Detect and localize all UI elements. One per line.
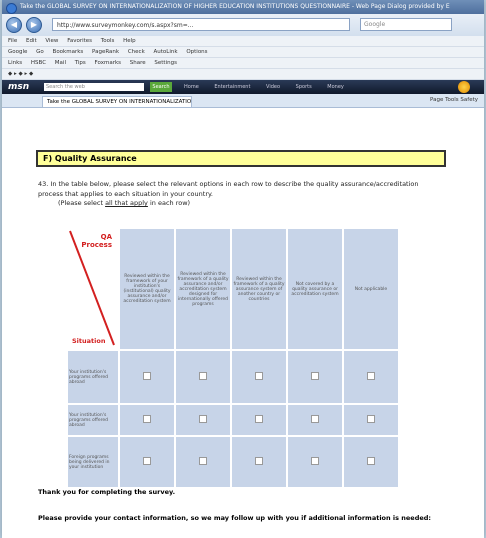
msn-toolbar: msn Search the web Search Home Entertain… (2, 80, 484, 94)
bookmarks-button[interactable]: Bookmarks (53, 49, 84, 55)
msn-link[interactable]: Home (184, 84, 199, 90)
links-label: Links (8, 60, 23, 66)
column-header: Reviewed within the framework of a quali… (232, 229, 286, 349)
menu-edit[interactable]: Edit (26, 38, 37, 44)
section-title: F) Quality Assurance (36, 150, 446, 167)
checkbox[interactable] (367, 415, 375, 423)
checkbox[interactable] (143, 457, 151, 465)
checkbox[interactable] (311, 415, 319, 423)
toolbar-icons: ◆ ▸ ◆ ▸ ◆ (8, 71, 34, 77)
checkbox[interactable] (255, 372, 263, 380)
browser-window: Take the GLOBAL SURVEY ON INTERNATIONALI… (2, 0, 484, 538)
link-hsbc[interactable]: HSBC (31, 60, 46, 66)
survey-page: F) Quality Assurance 43. In the table be… (2, 150, 484, 522)
link-tips[interactable]: Tips (75, 60, 86, 66)
column-header: Not applicable (344, 229, 398, 349)
qa-matrix: QA Process Situation Reviewed within the… (66, 227, 400, 489)
row-label: Your institution's programs offered abro… (68, 351, 118, 403)
row-label: Your institution's programs offered abro… (68, 405, 118, 435)
msn-link[interactable]: Money (327, 84, 344, 90)
checkbox[interactable] (199, 415, 207, 423)
google-label: Google (8, 49, 28, 55)
menu-help[interactable]: Help (123, 38, 136, 44)
window-title: Take the GLOBAL SURVEY ON INTERNATIONALI… (20, 3, 450, 10)
google-toolbar: Google Go Bookmarks PageRank Check AutoL… (2, 47, 484, 58)
checkbox[interactable] (367, 372, 375, 380)
checkbox[interactable] (255, 415, 263, 423)
contact-prompt: Please provide your contact information,… (38, 514, 432, 522)
back-button[interactable]: ◀ (6, 17, 22, 33)
msn-search-button[interactable]: Search (150, 82, 172, 92)
matrix-cell (288, 405, 342, 435)
matrix-cell (344, 437, 398, 487)
link-settings[interactable]: Settings (154, 60, 177, 66)
matrix-cell (232, 351, 286, 403)
checkbox[interactable] (199, 457, 207, 465)
links-toolbar: Links HSBC Mail Tips Foxmarks Share Sett… (2, 58, 484, 69)
address-bar: ◀ ▶ http://www.surveymonkey.com/s.aspx?s… (2, 14, 484, 36)
check-button[interactable]: Check (128, 49, 145, 55)
matrix-cell (344, 405, 398, 435)
thanks-text: Thank you for completing the survey. (38, 488, 176, 496)
column-header: Not covered by a quality assurance or ac… (288, 229, 342, 349)
menu-bar: File Edit View Favorites Tools Help (2, 36, 484, 47)
checkbox[interactable] (255, 457, 263, 465)
checkbox[interactable] (311, 372, 319, 380)
instruction-text: (Please select all that apply in each ro… (58, 199, 191, 207)
matrix-cell (176, 437, 230, 487)
tab-tools[interactable]: Page Tools Safety (430, 95, 478, 106)
msn-link[interactable]: Entertainment (214, 84, 250, 90)
checkbox[interactable] (311, 457, 319, 465)
checkbox[interactable] (367, 457, 375, 465)
msn-links: Home Entertainment Video Sports Money (184, 82, 358, 92)
matrix-cell (176, 351, 230, 403)
msn-link[interactable]: Video (266, 84, 280, 90)
row-label: Foreign programs being delivered in your… (68, 437, 118, 487)
url-field[interactable]: http://www.surveymonkey.com/s.aspx?sm=..… (52, 18, 350, 31)
msn-search-input[interactable]: Search the web (44, 83, 144, 91)
matrix-cell (120, 351, 174, 403)
matrix-corner: QA Process Situation (68, 229, 118, 349)
tab-bar: Take the GLOBAL SURVEY ON INTERNATIONALI… (2, 94, 484, 108)
forward-button[interactable]: ▶ (26, 17, 42, 33)
msn-logo: msn (8, 82, 30, 92)
google-go[interactable]: Go (36, 49, 44, 55)
link-mail[interactable]: Mail (55, 60, 66, 66)
situation-label: Situation (72, 337, 106, 345)
menu-view[interactable]: View (45, 38, 58, 44)
ie-icon (6, 3, 17, 14)
checkbox[interactable] (143, 372, 151, 380)
menu-tools[interactable]: Tools (101, 38, 115, 44)
checkbox[interactable] (143, 415, 151, 423)
matrix-cell (344, 351, 398, 403)
matrix-cell (232, 405, 286, 435)
column-header: Reviewed within the framework of your in… (120, 229, 174, 349)
link-foxmarks[interactable]: Foxmarks (95, 60, 121, 66)
matrix-cell (176, 405, 230, 435)
title-bar: Take the GLOBAL SURVEY ON INTERNATIONALI… (2, 0, 484, 14)
checkbox[interactable] (199, 372, 207, 380)
matrix-cell (120, 405, 174, 435)
menu-file[interactable]: File (8, 38, 17, 44)
options-button[interactable]: Options (186, 49, 207, 55)
extra-toolbar: ◆ ▸ ◆ ▸ ◆ (2, 69, 484, 80)
pagerank-button[interactable]: PageRank (92, 49, 119, 55)
search-field[interactable]: Google (360, 18, 452, 31)
question-text: 43. In the table below, please select th… (38, 180, 419, 198)
matrix-cell (288, 437, 342, 487)
menu-favorites[interactable]: Favorites (67, 38, 92, 44)
matrix-cell (232, 437, 286, 487)
qa-process-label: QA Process (81, 233, 112, 249)
msn-butterfly-icon (458, 81, 470, 93)
msn-link[interactable]: Sports (296, 84, 312, 90)
column-header: Reviewed within the framework of a quali… (176, 229, 230, 349)
matrix-cell (120, 437, 174, 487)
active-tab[interactable]: Take the GLOBAL SURVEY ON INTERNATIONALI… (42, 96, 192, 107)
link-share[interactable]: Share (130, 60, 146, 66)
autolink-button[interactable]: AutoLink (154, 49, 178, 55)
matrix-cell (288, 351, 342, 403)
